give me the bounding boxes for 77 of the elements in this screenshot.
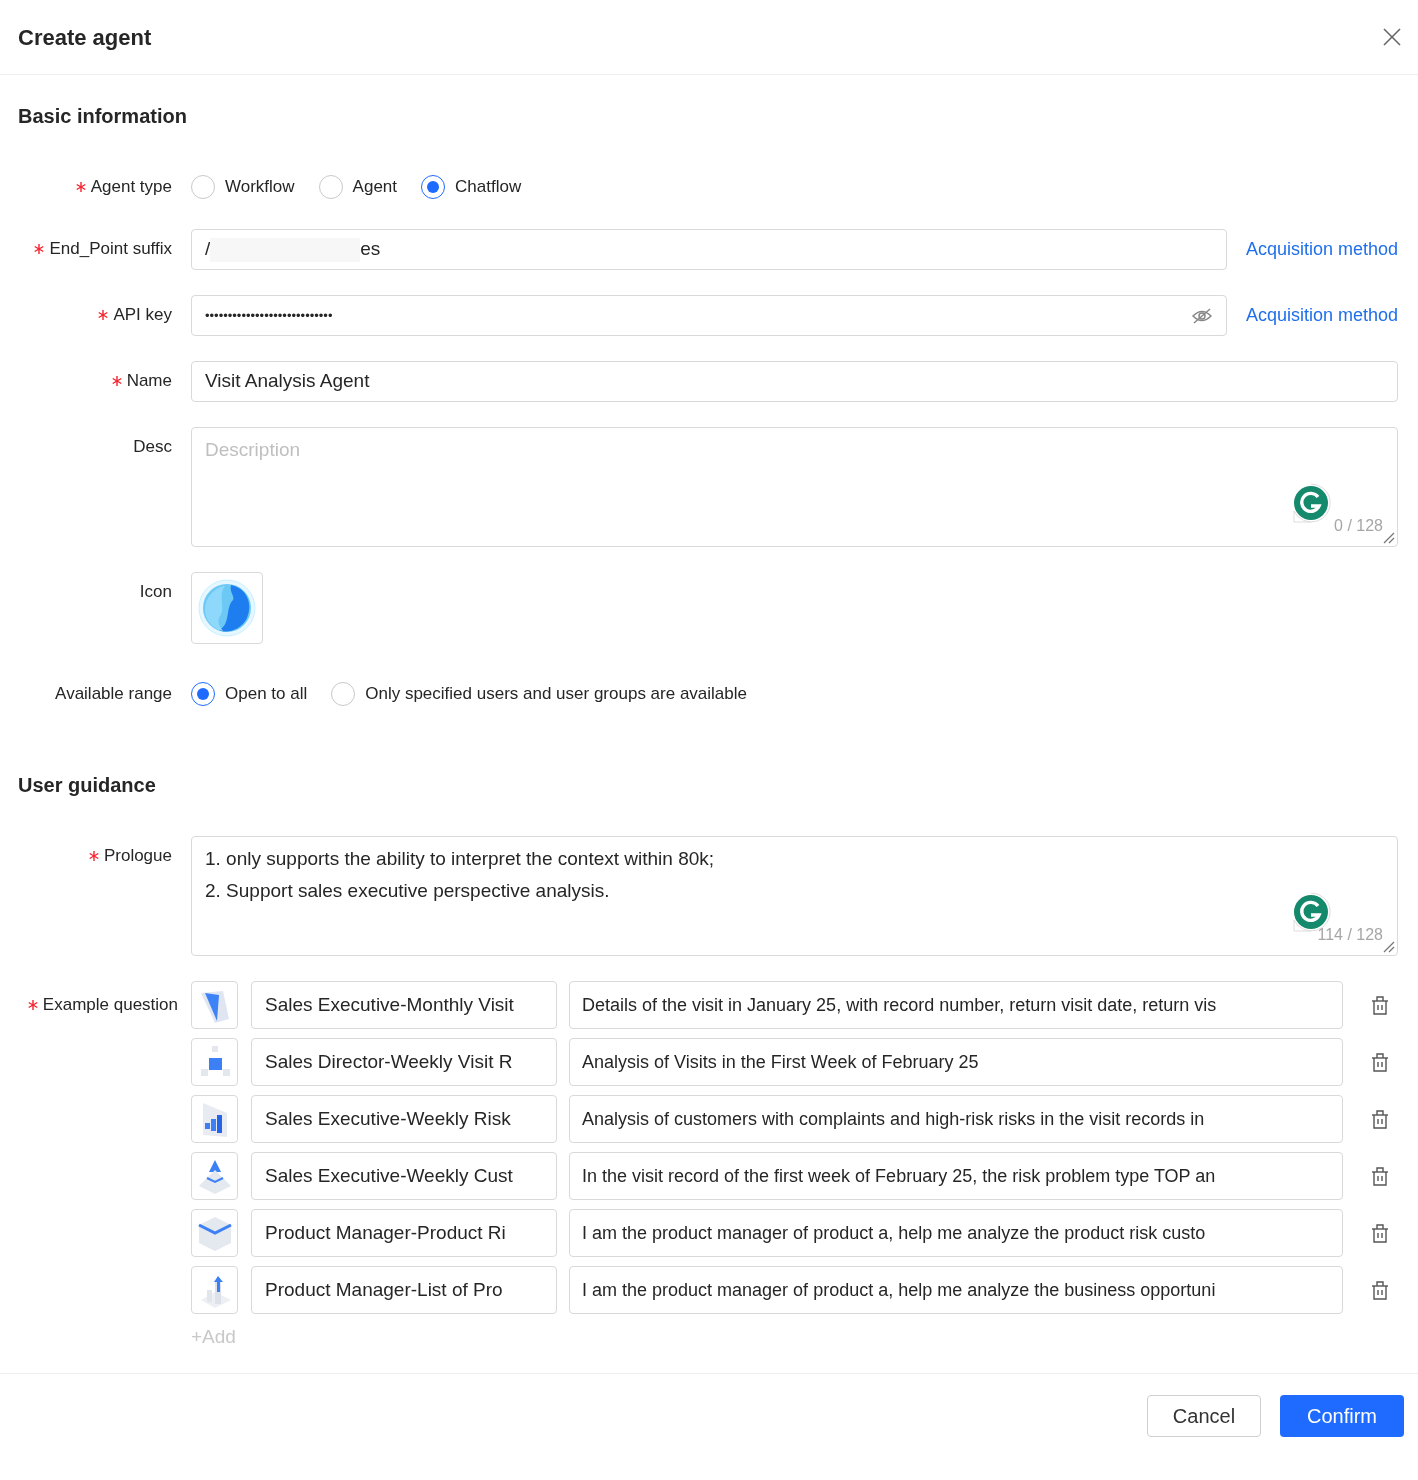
name-field[interactable]: Visit Analysis Agent: [191, 361, 1398, 402]
question-name-field[interactable]: Product Manager-List of Pro: [251, 1266, 557, 1314]
dialog-title: Create agent: [18, 23, 152, 52]
question-icon[interactable]: [191, 1038, 238, 1086]
input-field[interactable]: / es: [191, 229, 1227, 270]
field-label: API key: [113, 304, 172, 327]
radio-label: Chatflow: [455, 176, 522, 199]
password-dots: ••••••••••••••••••••••••••••: [205, 306, 333, 325]
question-name-field[interactable]: Sales Executive-Monthly Visit: [251, 981, 557, 1029]
resize-handle-icon: [1383, 941, 1395, 953]
required-icon: [111, 376, 122, 386]
character-counter: 0 / 128: [1334, 516, 1383, 536]
delete-icon[interactable]: [1371, 1280, 1389, 1300]
radio-button[interactable]: [191, 682, 215, 706]
field-label: End_Point suffix: [49, 238, 172, 261]
radio-label: Only specified users and user groups are available: [365, 683, 747, 706]
question-field[interactable]: Analysis of customers with complaints and high-risk risks in the visit records in: [569, 1095, 1343, 1143]
question-field[interactable]: Details of the visit in January 25, with record number, return visit date, return vis: [569, 981, 1343, 1029]
required-icon: [34, 244, 45, 254]
question-icon[interactable]: [191, 1209, 238, 1257]
placeholder-text: Description: [205, 439, 301, 460]
question-name-field[interactable]: Product Manager-Product Ri: [251, 1209, 557, 1257]
radio-option[interactable]: Chatflow: [421, 174, 522, 200]
field-label: Desc: [133, 436, 172, 459]
delete-icon[interactable]: [1371, 1052, 1389, 1072]
field-label: Agent type: [90, 176, 172, 199]
question-icon[interactable]: [191, 1152, 238, 1200]
section-title: Basic information: [18, 104, 187, 129]
required-icon: [98, 310, 109, 320]
radio-option[interactable]: Open to all: [191, 681, 308, 707]
delete-icon[interactable]: [1371, 1109, 1389, 1129]
field-label: Name: [126, 370, 172, 393]
confirm-button[interactable]: Confirm: [1280, 1394, 1404, 1437]
acquisition-link[interactable]: Acquisition method: [1245, 229, 1398, 269]
swirl-logo-icon: [197, 578, 257, 638]
prologue-line: 1. only supports the ability to interpret the context within 80k;: [205, 847, 716, 871]
required-icon: [88, 851, 99, 861]
delete-icon[interactable]: [1371, 995, 1389, 1015]
prologue-line: 2. Support sales executive perspective analysis.: [205, 879, 611, 903]
radio-label: Open to all: [225, 683, 308, 706]
question-name-field[interactable]: Sales Executive-Weekly Risk: [251, 1095, 557, 1143]
question-field[interactable]: I am the product manager of product a, help me analyze the business opportuni: [569, 1266, 1343, 1314]
question-field[interactable]: I am the product manager of product a, help me analyze the product risk custo: [569, 1209, 1343, 1257]
field-label: Example question: [42, 994, 178, 1017]
question-field[interactable]: In the visit record of the first week of February 25, the risk problem type TOP an: [569, 1152, 1343, 1200]
question-field[interactable]: Analysis of Visits in the First Week of February 25: [569, 1038, 1343, 1086]
field-label: Icon: [139, 581, 172, 604]
question-name-field[interactable]: Sales Executive-Weekly Cust: [251, 1152, 557, 1200]
radio-button[interactable]: [318, 175, 343, 199]
radio-button[interactable]: [331, 682, 356, 706]
field-label: Available range: [55, 683, 172, 706]
prologue-field[interactable]: 1. only supports the ability to interpret the context within 80k; 2. Support sales executive perspective analysis. 114 / 128: [191, 836, 1398, 956]
section-title: User guidance: [18, 773, 156, 798]
radio-button[interactable]: [191, 175, 215, 199]
password-field[interactable]: ••••••••••••••••••••••••••••: [191, 295, 1227, 336]
radio-label: Agent: [352, 176, 398, 199]
radio-option[interactable]: Only specified users and user groups are available: [331, 681, 747, 707]
close-icon[interactable]: [1382, 27, 1402, 47]
question-name-field[interactable]: Sales Director-Weekly Visit R: [251, 1038, 557, 1086]
radio-option[interactable]: Agent: [318, 174, 398, 200]
question-icon[interactable]: [191, 1266, 238, 1314]
acquisition-link[interactable]: Acquisition method: [1245, 295, 1398, 335]
eye-slash-icon[interactable]: [1190, 306, 1213, 325]
required-icon: [75, 182, 86, 192]
required-icon: [27, 1000, 38, 1010]
radio-button[interactable]: [421, 175, 446, 199]
radio-option[interactable]: Workflow: [191, 174, 295, 200]
question-icon[interactable]: [191, 981, 238, 1029]
agent-icon[interactable]: [191, 572, 263, 644]
resize-handle-icon: [1383, 532, 1395, 544]
delete-icon[interactable]: [1371, 1223, 1389, 1243]
radio-label: Workflow: [225, 176, 295, 199]
cancel-button[interactable]: Cancel: [1147, 1394, 1261, 1437]
field-label: Prologue: [103, 845, 172, 868]
delete-icon[interactable]: [1371, 1166, 1389, 1186]
character-counter: 114 / 128: [1317, 925, 1383, 945]
question-icon[interactable]: [191, 1095, 238, 1143]
